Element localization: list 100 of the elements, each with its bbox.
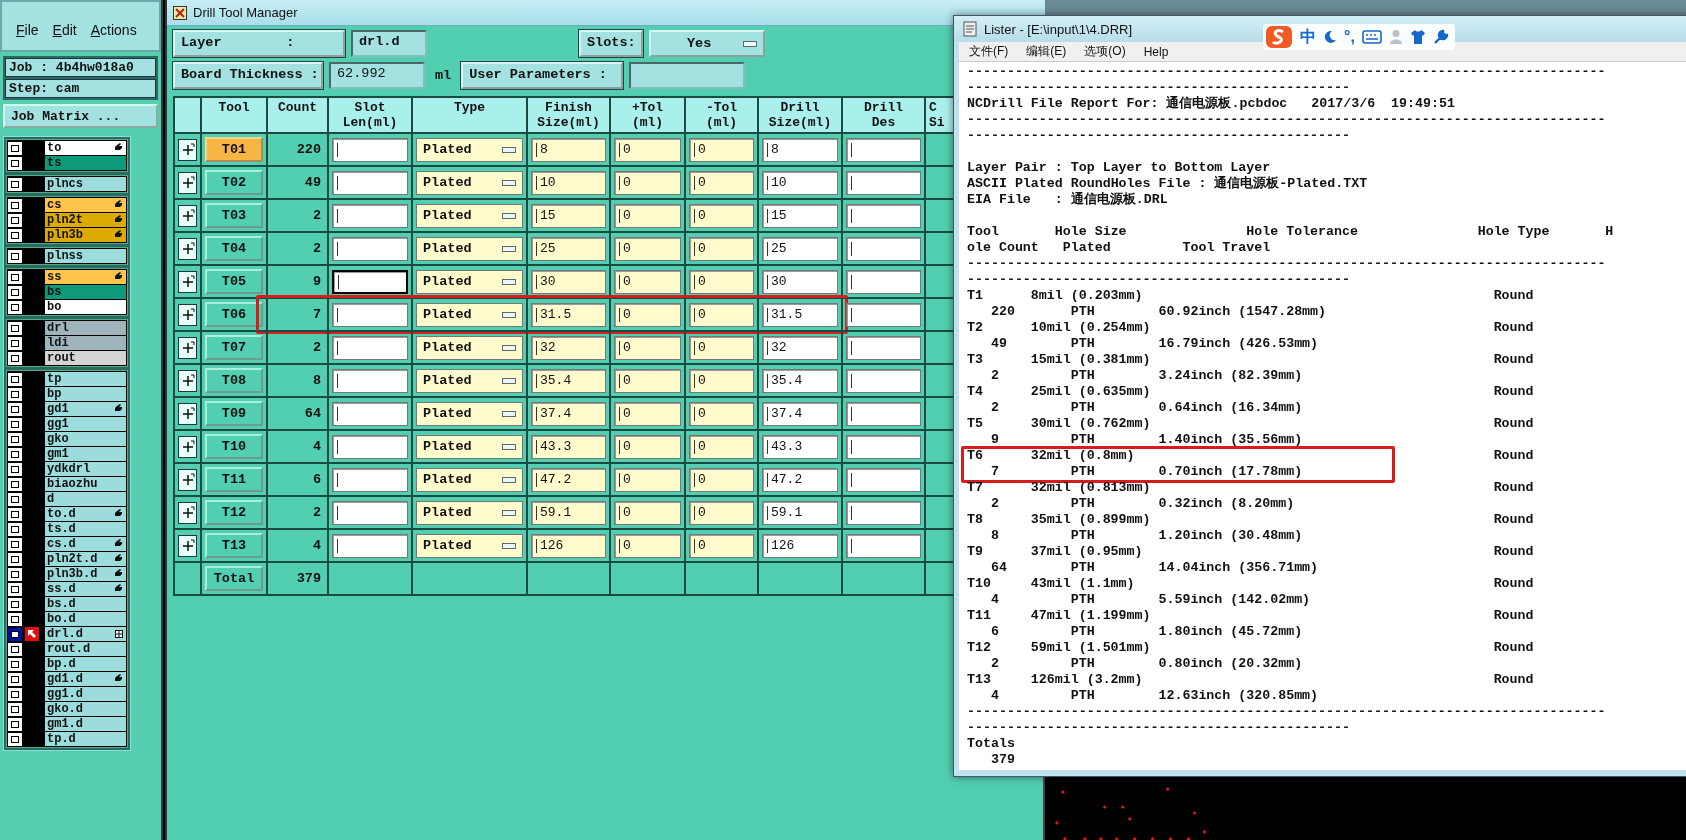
drill-size-field[interactable]: 30 <box>762 269 838 294</box>
layer-name[interactable]: gd1.d <box>45 672 126 686</box>
slot-length-field[interactable] <box>332 434 408 459</box>
layer-name[interactable]: ldi <box>45 336 126 350</box>
drill-des-field[interactable] <box>846 236 921 261</box>
tool-button[interactable]: T11 <box>205 467 263 492</box>
layer-name[interactable]: gko.d <box>45 702 126 716</box>
drill-des-field[interactable] <box>846 302 921 327</box>
layer-name[interactable]: drl.d <box>45 627 126 641</box>
type-dropdown[interactable]: Plated <box>416 533 523 558</box>
minus-tolerance-field[interactable]: 0 <box>689 302 754 327</box>
slot-length-field[interactable] <box>332 500 408 525</box>
tool-button[interactable]: T13 <box>205 533 263 558</box>
menu-item[interactable]: 文件(F) <box>969 43 1009 60</box>
layer-name[interactable]: ts <box>45 156 126 170</box>
expand-button[interactable] <box>178 171 197 194</box>
tool-button[interactable]: T10 <box>205 434 263 459</box>
plus-tolerance-field[interactable]: 0 <box>614 467 681 492</box>
tool-button[interactable]: T04 <box>205 236 263 261</box>
board-thickness-field[interactable]: 62.992 <box>329 62 425 89</box>
layer-name[interactable]: ss.d <box>45 582 126 596</box>
finish-size-field[interactable]: 126 <box>531 533 606 558</box>
ime-logo-icon[interactable] <box>1265 25 1293 49</box>
plus-tolerance-field[interactable]: 0 <box>614 203 681 228</box>
menu-item[interactable]: 选项(O) <box>1084 43 1126 60</box>
type-dropdown[interactable]: Plated <box>416 434 523 459</box>
type-dropdown[interactable]: Plated <box>416 467 523 492</box>
minus-tolerance-field[interactable]: 0 <box>689 335 754 360</box>
slot-length-field[interactable] <box>332 170 408 195</box>
type-dropdown[interactable]: Plated <box>416 269 523 294</box>
layer-name[interactable]: gm1 <box>45 447 126 461</box>
slot-length-field[interactable] <box>332 401 408 426</box>
layer-name[interactable]: bs.d <box>45 597 126 611</box>
type-dropdown[interactable]: Plated <box>416 236 523 261</box>
layer-name[interactable]: pln3b <box>45 228 126 242</box>
type-dropdown[interactable]: Plated <box>416 500 523 525</box>
drill-size-field[interactable]: 8 <box>762 137 838 162</box>
layer-name[interactable]: ts.d <box>45 522 126 536</box>
menu-item[interactable]: Help <box>1143 44 1169 59</box>
drill-des-field[interactable] <box>846 401 921 426</box>
plus-tolerance-field[interactable]: 0 <box>614 434 681 459</box>
expand-button[interactable] <box>178 138 197 161</box>
wrench-icon[interactable] <box>1432 29 1449 45</box>
menu-item[interactable]: Actions <box>90 22 137 38</box>
layer-name[interactable]: gko <box>45 432 126 446</box>
drill-size-field[interactable]: 37.4 <box>762 401 838 426</box>
layer-name[interactable]: plnss <box>45 249 126 263</box>
plus-tolerance-field[interactable]: 0 <box>614 302 681 327</box>
layer-name[interactable]: gg1.d <box>45 687 126 701</box>
shirt-icon[interactable] <box>1409 29 1426 45</box>
layer-name[interactable]: gg1 <box>45 417 126 431</box>
finish-size-field[interactable]: 43.3 <box>531 434 606 459</box>
plus-tolerance-field[interactable]: 0 <box>614 170 681 195</box>
minus-tolerance-field[interactable]: 0 <box>689 401 754 426</box>
tool-button[interactable]: T05 <box>205 269 263 294</box>
layer-box[interactable] <box>8 627 22 641</box>
minus-tolerance-field[interactable]: 0 <box>689 434 754 459</box>
drill-des-field[interactable] <box>846 533 921 558</box>
slots-dropdown[interactable]: Yes <box>649 30 765 57</box>
layer-name[interactable]: bs <box>45 285 126 299</box>
layer-name[interactable]: rout <box>45 351 126 365</box>
layer-field[interactable]: drl.d <box>351 30 427 57</box>
slot-length-field[interactable] <box>332 203 408 228</box>
slot-length-field[interactable] <box>332 335 408 360</box>
layer-name[interactable]: bo.d <box>45 612 126 626</box>
tool-button[interactable]: T09 <box>205 401 263 426</box>
drill-size-field[interactable]: 25 <box>762 236 838 261</box>
moon-icon[interactable] <box>1323 30 1337 44</box>
type-dropdown[interactable]: Plated <box>416 368 523 393</box>
expand-button[interactable] <box>178 468 197 491</box>
drill-des-field[interactable] <box>846 269 921 294</box>
layer-name[interactable]: pln2t.d <box>45 552 126 566</box>
type-dropdown[interactable]: Plated <box>416 302 523 327</box>
drill-size-field[interactable]: 10 <box>762 170 838 195</box>
expand-button[interactable] <box>178 336 197 359</box>
type-dropdown[interactable]: Plated <box>416 203 523 228</box>
type-dropdown[interactable]: Plated <box>416 401 523 426</box>
menu-item[interactable]: File <box>16 22 39 38</box>
slot-length-field[interactable] <box>332 302 408 327</box>
layer-name[interactable]: gd1 <box>45 402 126 416</box>
tool-button[interactable]: T12 <box>205 500 263 525</box>
expand-button[interactable] <box>178 369 197 392</box>
layer-name[interactable]: drl <box>45 321 126 335</box>
expand-button[interactable] <box>178 435 197 458</box>
plus-tolerance-field[interactable]: 0 <box>614 269 681 294</box>
plus-tolerance-field[interactable]: 0 <box>614 137 681 162</box>
layer-name[interactable]: to.d <box>45 507 126 521</box>
drill-des-field[interactable] <box>846 137 921 162</box>
layer-name[interactable]: pln2t <box>45 213 126 227</box>
finish-size-field[interactable]: 59.1 <box>531 500 606 525</box>
finish-size-field[interactable]: 25 <box>531 236 606 261</box>
expand-button[interactable] <box>178 501 197 524</box>
finish-size-field[interactable]: 37.4 <box>531 401 606 426</box>
expand-button[interactable] <box>178 270 197 293</box>
plus-tolerance-field[interactable]: 0 <box>614 236 681 261</box>
layer-name[interactable]: cs.d <box>45 537 126 551</box>
finish-size-field[interactable]: 35.4 <box>531 368 606 393</box>
drill-des-field[interactable] <box>846 368 921 393</box>
minus-tolerance-field[interactable]: 0 <box>689 170 754 195</box>
menu-item[interactable]: 编辑(E) <box>1026 43 1067 60</box>
